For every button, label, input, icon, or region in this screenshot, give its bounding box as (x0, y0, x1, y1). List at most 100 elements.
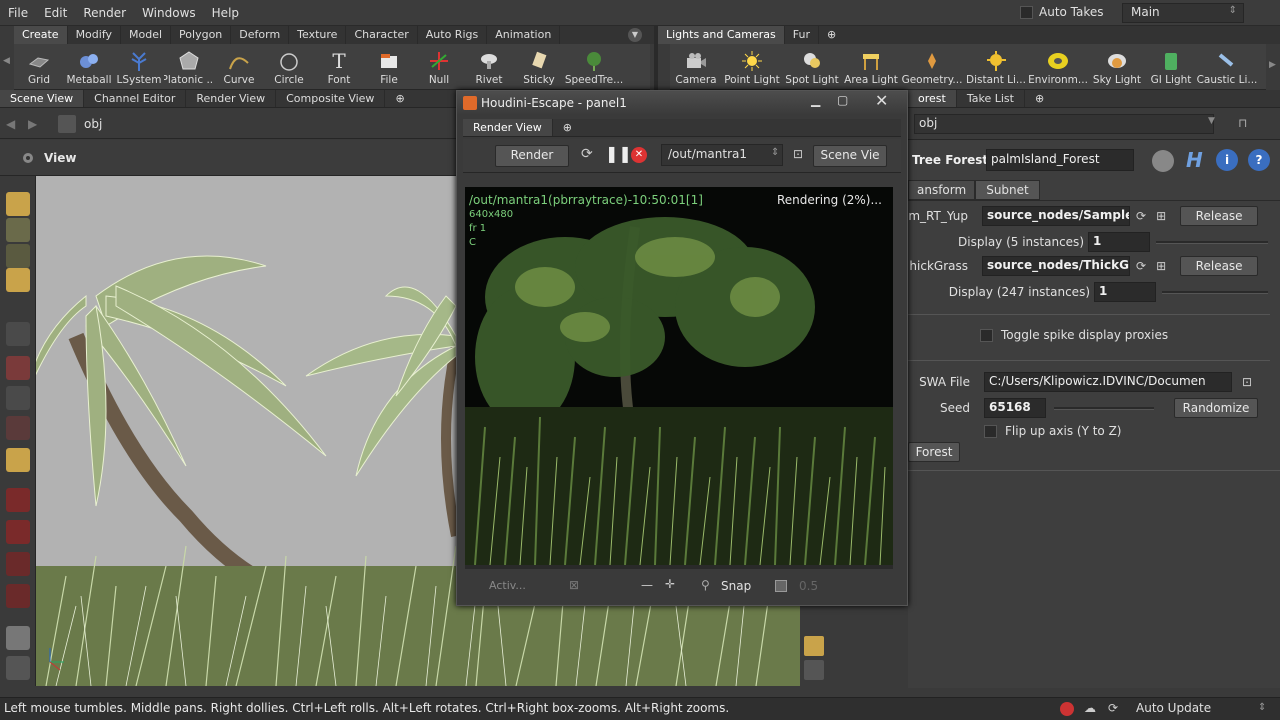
magnet-tool-icon[interactable] (6, 488, 30, 512)
select-tool-icon[interactable] (6, 192, 30, 216)
source-2-field[interactable]: source_nodes/ThickGr (982, 256, 1130, 276)
path-obj[interactable]: obj (84, 117, 102, 131)
tool-spot-light[interactable]: Spot Light (782, 44, 842, 89)
tab-subnet[interactable]: Subnet (975, 180, 1040, 200)
tool-caustic-light[interactable]: Caustic Li... (1196, 44, 1258, 89)
snap-button[interactable]: Snap (721, 579, 751, 593)
tool-grid[interactable]: Grid (14, 44, 64, 89)
seed-slider[interactable] (1054, 406, 1154, 410)
add-pane-tab-icon[interactable]: ⊕ (385, 90, 414, 107)
shelf-tab-create[interactable]: Create (14, 26, 68, 44)
pin-icon[interactable]: ⊓ (1238, 116, 1247, 130)
region-icon[interactable]: ⊠ (569, 578, 579, 592)
display-2-field[interactable]: 1 (1094, 282, 1156, 302)
node-chooser-icon[interactable]: ⊞ (1156, 209, 1166, 223)
performance-icon[interactable]: ⟳ (1108, 701, 1118, 715)
forest-button[interactable]: Forest (908, 442, 960, 462)
shelf-tab-auto-rigs[interactable]: Auto Rigs (418, 26, 488, 44)
move-tool-icon[interactable] (6, 218, 30, 242)
tool-font[interactable]: T Font (314, 44, 364, 89)
back-arrow-icon[interactable]: ◀ (6, 117, 15, 131)
tool-gi-light[interactable]: GI Light (1146, 44, 1196, 89)
menu-windows[interactable]: Windows (134, 6, 204, 20)
shelf-scroll-right[interactable]: ▶ (1266, 44, 1280, 90)
stop-icon[interactable]: ✕ (631, 147, 647, 163)
add-pane-tab-icon[interactable]: ⊕ (1025, 90, 1054, 107)
desktop-select[interactable]: Main ⇕ (1122, 3, 1244, 23)
maximize-icon[interactable]: ▢ (837, 93, 848, 107)
display-options-icon[interactable] (804, 636, 824, 656)
shelf-tab-polygon[interactable]: Polygon (171, 26, 232, 44)
pose-tool-icon[interactable] (6, 386, 30, 410)
camera-tool-icon[interactable] (6, 656, 30, 680)
tab-scene-view[interactable]: Scene View (0, 90, 85, 107)
snapshot-icon[interactable] (804, 660, 824, 680)
display-1-field[interactable]: 1 (1088, 232, 1150, 252)
help-icon[interactable]: ? (1248, 149, 1270, 171)
tool-null[interactable]: Null (414, 44, 464, 89)
zoom-out-icon[interactable]: — (641, 578, 653, 592)
gamma-checkbox[interactable] (775, 580, 787, 592)
rotate-tool-icon[interactable] (6, 244, 30, 268)
snap-tool-icon[interactable] (6, 520, 30, 544)
cache-icon[interactable]: ☁ (1084, 701, 1096, 715)
scale-tool-icon[interactable] (6, 268, 30, 292)
source-1-field[interactable]: source_nodes/SampleP (982, 206, 1130, 226)
shelf-tab-lights-cameras[interactable]: Lights and Cameras (658, 26, 785, 44)
axis-tool-icon[interactable] (6, 448, 30, 472)
node-chooser-icon[interactable]: ⊞ (1156, 259, 1166, 273)
add-shelf-tab-icon[interactable]: ⊕ (819, 26, 844, 44)
menu-help[interactable]: Help (204, 6, 247, 20)
tab-composite-view[interactable]: Composite View (276, 90, 386, 107)
auto-takes-checkbox[interactable] (1020, 5, 1033, 19)
shelf-tab-deform[interactable]: Deform (231, 26, 290, 44)
snapshot-icon[interactable]: ⊡ (793, 147, 803, 161)
zoom-in-icon[interactable]: ✛ (665, 577, 675, 591)
shelf-tab-fur[interactable]: Fur (785, 26, 820, 44)
shelf-tab-texture[interactable]: Texture (289, 26, 347, 44)
release-button-1[interactable]: Release (1180, 206, 1259, 226)
snap-grid-icon[interactable] (6, 584, 30, 608)
tab-take-list[interactable]: Take List (957, 90, 1025, 107)
refresh-icon[interactable]: ⟳ (1136, 259, 1146, 273)
tool-speedtree[interactable]: SpeedTre... (564, 44, 624, 89)
render-tool-icon[interactable] (6, 626, 30, 650)
tool-point-light[interactable]: Point Light (722, 44, 782, 89)
tool-metaball[interactable]: Metaball (64, 44, 114, 89)
pointer-icon[interactable] (6, 322, 30, 346)
auto-update-select[interactable]: Auto Update (1132, 701, 1256, 719)
tool-distant-light[interactable]: Distant Li... (964, 44, 1028, 89)
menu-file[interactable]: File (0, 6, 36, 20)
menu-render[interactable]: Render (75, 6, 134, 20)
flip-axis-checkbox[interactable] (984, 424, 997, 438)
shelf-menu-button[interactable]: ▼ (628, 28, 642, 42)
node-name-field[interactable]: palmIsland_Forest (986, 149, 1134, 171)
gear-icon[interactable] (1152, 150, 1174, 172)
render-refresh-icon[interactable]: ⟳ (581, 146, 593, 162)
pause-icon[interactable]: ❚❚ (605, 144, 632, 163)
parm-path-field[interactable]: obj (914, 114, 1214, 134)
shelf-tab-modify[interactable]: Modify (68, 26, 122, 44)
shelf-tab-animation[interactable]: Animation (487, 26, 561, 44)
tab-transform[interactable]: ansform (908, 180, 976, 200)
tab-tree-forest[interactable]: orest (908, 90, 957, 107)
tool-camera[interactable]: Camera (670, 44, 722, 89)
tool-circle[interactable]: Circle (264, 44, 314, 89)
shelf-scroll-left[interactable]: ◀ (0, 26, 14, 90)
tool-platonic[interactable]: Platonic ... (164, 44, 214, 89)
rop-select[interactable]: /out/mantra1 (661, 144, 783, 166)
render-button[interactable]: Render (495, 145, 569, 167)
render-window-titlebar[interactable]: Houdini-Escape - panel1 ▁ ▢ ✕ (457, 91, 907, 115)
houdini-help-icon[interactable]: H (1186, 148, 1203, 172)
tool-environment-light[interactable]: Environm... (1028, 44, 1088, 89)
randomize-button[interactable]: Randomize (1174, 398, 1258, 418)
tool-curve[interactable]: Curve (214, 44, 264, 89)
minimize-icon[interactable]: ▁ (811, 93, 820, 107)
menu-edit[interactable]: Edit (36, 6, 75, 20)
render-output[interactable]: /out/mantra1(pbrraytrace)-10:50:01[1] 64… (465, 187, 893, 565)
tab-render-view[interactable]: Render View (463, 119, 553, 136)
tool-area-light[interactable]: Area Light (842, 44, 900, 89)
refresh-icon[interactable]: ⟳ (1136, 209, 1146, 223)
close-icon[interactable]: ✕ (875, 91, 888, 110)
tool-geometry-light[interactable]: Geometry... (900, 44, 964, 89)
